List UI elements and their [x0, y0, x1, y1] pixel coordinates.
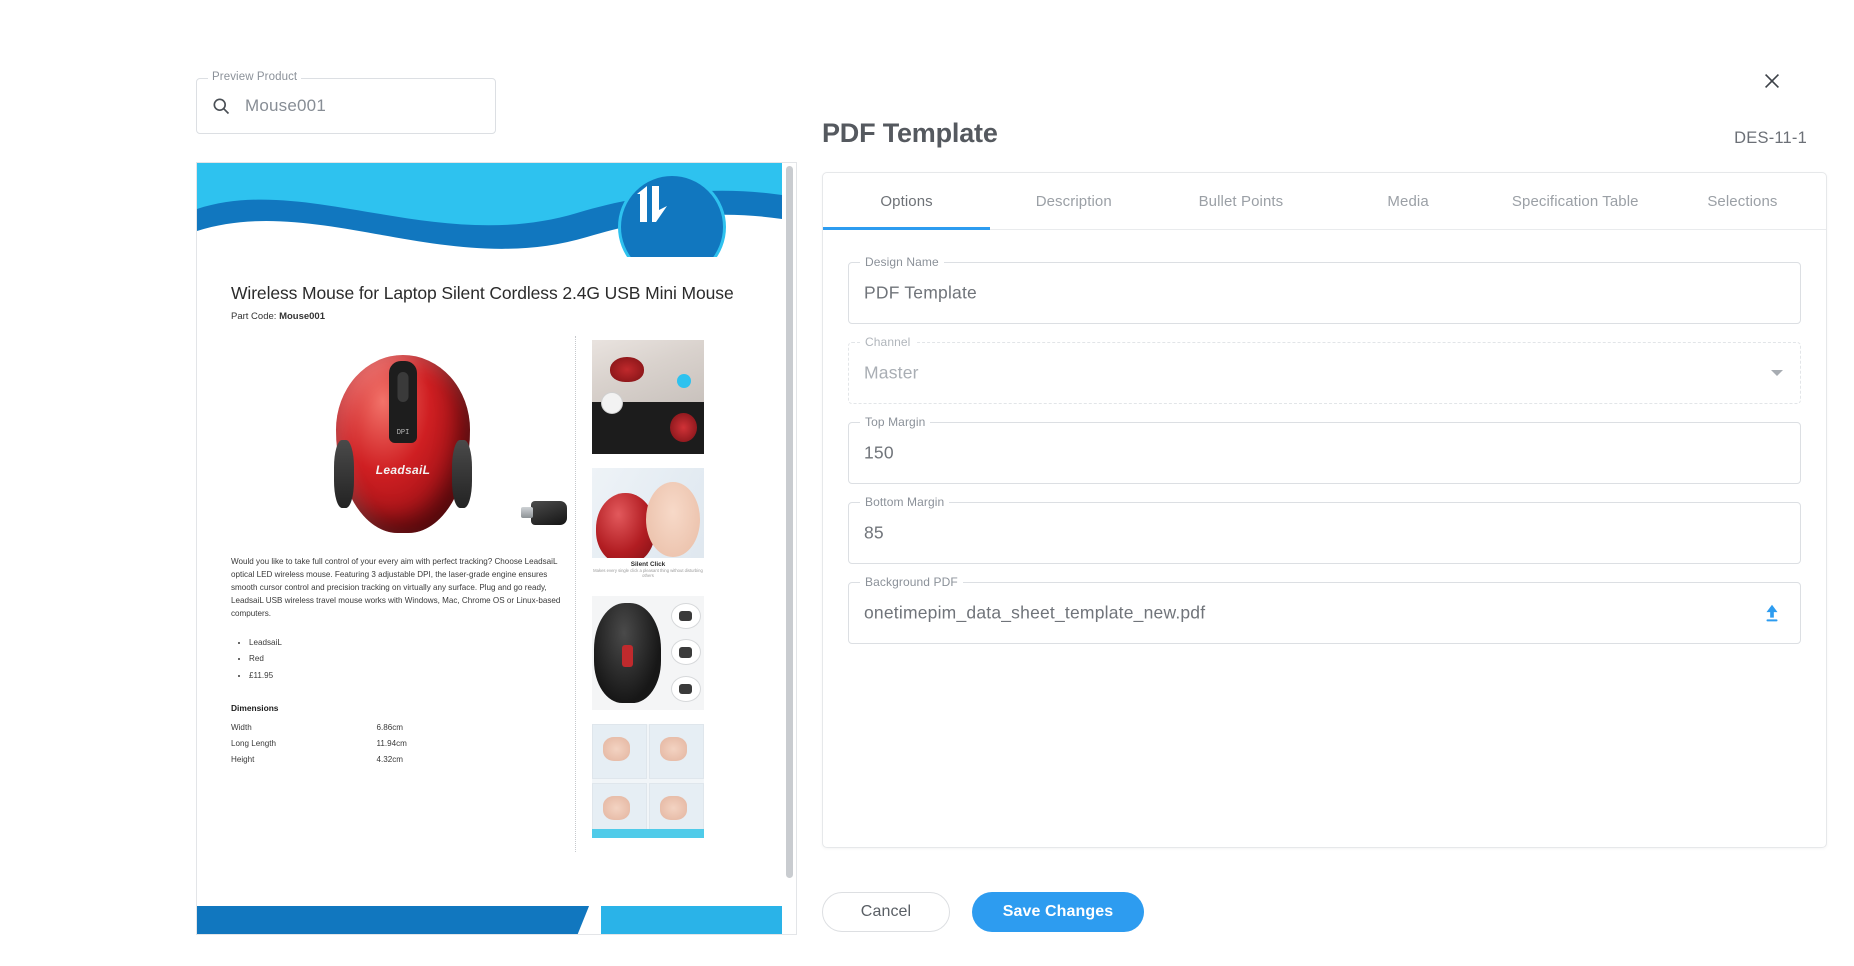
pdf-bullet-list: LeadsaiL Red £11.95 [231, 635, 575, 685]
table-row: Long Length 11.94cm [231, 735, 461, 751]
mouse-illustration: DPI LeadsaiL [334, 354, 472, 533]
tab-media[interactable]: Media [1325, 173, 1492, 229]
background-pdf-label: Background PDF [860, 575, 963, 589]
tab-bullet-points[interactable]: Bullet Points [1157, 173, 1324, 229]
action-bar: Cancel Save Changes [822, 892, 1144, 932]
bottom-margin-label: Bottom Margin [860, 495, 950, 509]
tab-bar: Options Description Bullet Points Media … [823, 173, 1826, 230]
channel-label: Channel [860, 335, 916, 349]
pdf-part-code-value: Mouse001 [279, 311, 325, 322]
tab-description[interactable]: Description [990, 173, 1157, 229]
dimension-value: 4.32cm [376, 755, 403, 764]
scrollbar-thumb[interactable] [786, 166, 793, 878]
pdf-preview-scrollbar[interactable] [786, 166, 793, 929]
pdf-body: Wireless Mouse for Laptop Silent Cordles… [197, 257, 782, 852]
preview-product-label: Preview Product [208, 71, 302, 83]
pdf-gallery-column: Silent Click Makes every single click a … [592, 336, 704, 852]
dimension-name: Height [231, 755, 255, 764]
preview-product-search[interactable]: Preview Product Mouse001 [196, 71, 496, 134]
search-input-value[interactable]: Mouse001 [245, 96, 326, 116]
save-changes-button[interactable]: Save Changes [972, 892, 1144, 932]
dimension-name: Long Length [231, 738, 277, 748]
design-name-value[interactable]: PDF Template [864, 283, 977, 304]
pdf-page: Wireless Mouse for Laptop Silent Cordles… [197, 163, 782, 934]
gallery-image-3 [592, 596, 704, 710]
page-title: PDF Template [822, 118, 998, 148]
mouse-brand-label: LeadsaiL [375, 462, 431, 477]
pdf-preview-pane[interactable]: Wireless Mouse for Laptop Silent Cordles… [196, 162, 797, 935]
pdf-template-modal: Preview Product Mouse001 Wireless Mouse … [0, 0, 1854, 966]
chevron-down-icon[interactable] [1771, 370, 1783, 376]
pdf-part-code-label: Part Code: [231, 311, 277, 322]
bottom-margin-field[interactable]: Bottom Margin 85 [848, 495, 1801, 564]
dimension-value: 11.94cm [376, 738, 407, 748]
pdf-column-divider [575, 336, 576, 852]
design-name-field[interactable]: Design Name PDF Template [848, 255, 1801, 324]
close-icon[interactable] [1757, 66, 1787, 96]
top-margin-label: Top Margin [860, 415, 931, 429]
pdf-part-code: Part Code: Mouse001 [231, 311, 748, 322]
usb-dongle-illustration [521, 501, 567, 525]
list-item: Red [249, 651, 575, 668]
table-row: Height 4.32cm [231, 751, 461, 767]
search-icon [211, 96, 231, 116]
options-form: Design Name PDF Template Channel Master … [823, 230, 1826, 644]
upload-icon[interactable] [1761, 602, 1783, 624]
pdf-header-banner [197, 163, 782, 257]
bottom-margin-value[interactable]: 85 [864, 523, 884, 544]
design-code: DES-11-1 [1734, 129, 1807, 147]
channel-select[interactable]: Channel Master [848, 335, 1801, 404]
dimensions-table: Width 6.86cm Long Length 11.94cm Height … [231, 719, 461, 768]
gallery-image-4 [592, 724, 704, 838]
list-item: LeadsaiL [249, 635, 575, 652]
product-hero-image: DPI LeadsaiL [231, 336, 575, 551]
mouse-scroll-wheel: DPI [389, 360, 417, 443]
options-card: Options Description Bullet Points Media … [822, 172, 1827, 848]
tab-selections[interactable]: Selections [1659, 173, 1826, 229]
pdf-footer-banner [197, 906, 782, 934]
background-pdf-field[interactable]: Background PDF onetimepim_data_sheet_tem… [848, 575, 1801, 644]
dimension-name: Width [231, 722, 252, 732]
dimensions-heading: Dimensions [231, 703, 279, 714]
background-pdf-value: onetimepim_data_sheet_template_new.pdf [864, 602, 1206, 623]
dimension-value: 6.86cm [376, 722, 403, 732]
top-margin-field[interactable]: Top Margin 150 [848, 415, 1801, 484]
gallery-caption-sub: Makes every single click a pleasant thin… [593, 568, 703, 578]
tab-options[interactable]: Options [823, 173, 991, 230]
preview-column: Preview Product Mouse001 [196, 71, 796, 134]
design-name-label: Design Name [860, 255, 944, 269]
channel-value: Master [864, 362, 919, 383]
mouse-dpi-label: DPI [396, 428, 410, 437]
gallery-image-1 [592, 340, 704, 454]
cancel-button[interactable]: Cancel [822, 892, 950, 932]
list-item: £11.95 [249, 668, 575, 685]
gallery-caption: Silent Click Makes every single click a … [592, 558, 704, 582]
pdf-product-title: Wireless Mouse for Laptop Silent Cordles… [231, 283, 734, 303]
gallery-image-2: Silent Click Makes every single click a … [592, 468, 704, 582]
pdf-left-column: DPI LeadsaiL Would you like to take full… [231, 336, 575, 852]
tab-specification-table[interactable]: Specification Table [1492, 173, 1659, 229]
table-row: Width 6.86cm [231, 719, 461, 735]
gallery-caption-title: Silent Click [630, 561, 666, 568]
pdf-description: Would you like to take full control of y… [231, 557, 561, 619]
top-margin-value[interactable]: 150 [864, 443, 894, 464]
